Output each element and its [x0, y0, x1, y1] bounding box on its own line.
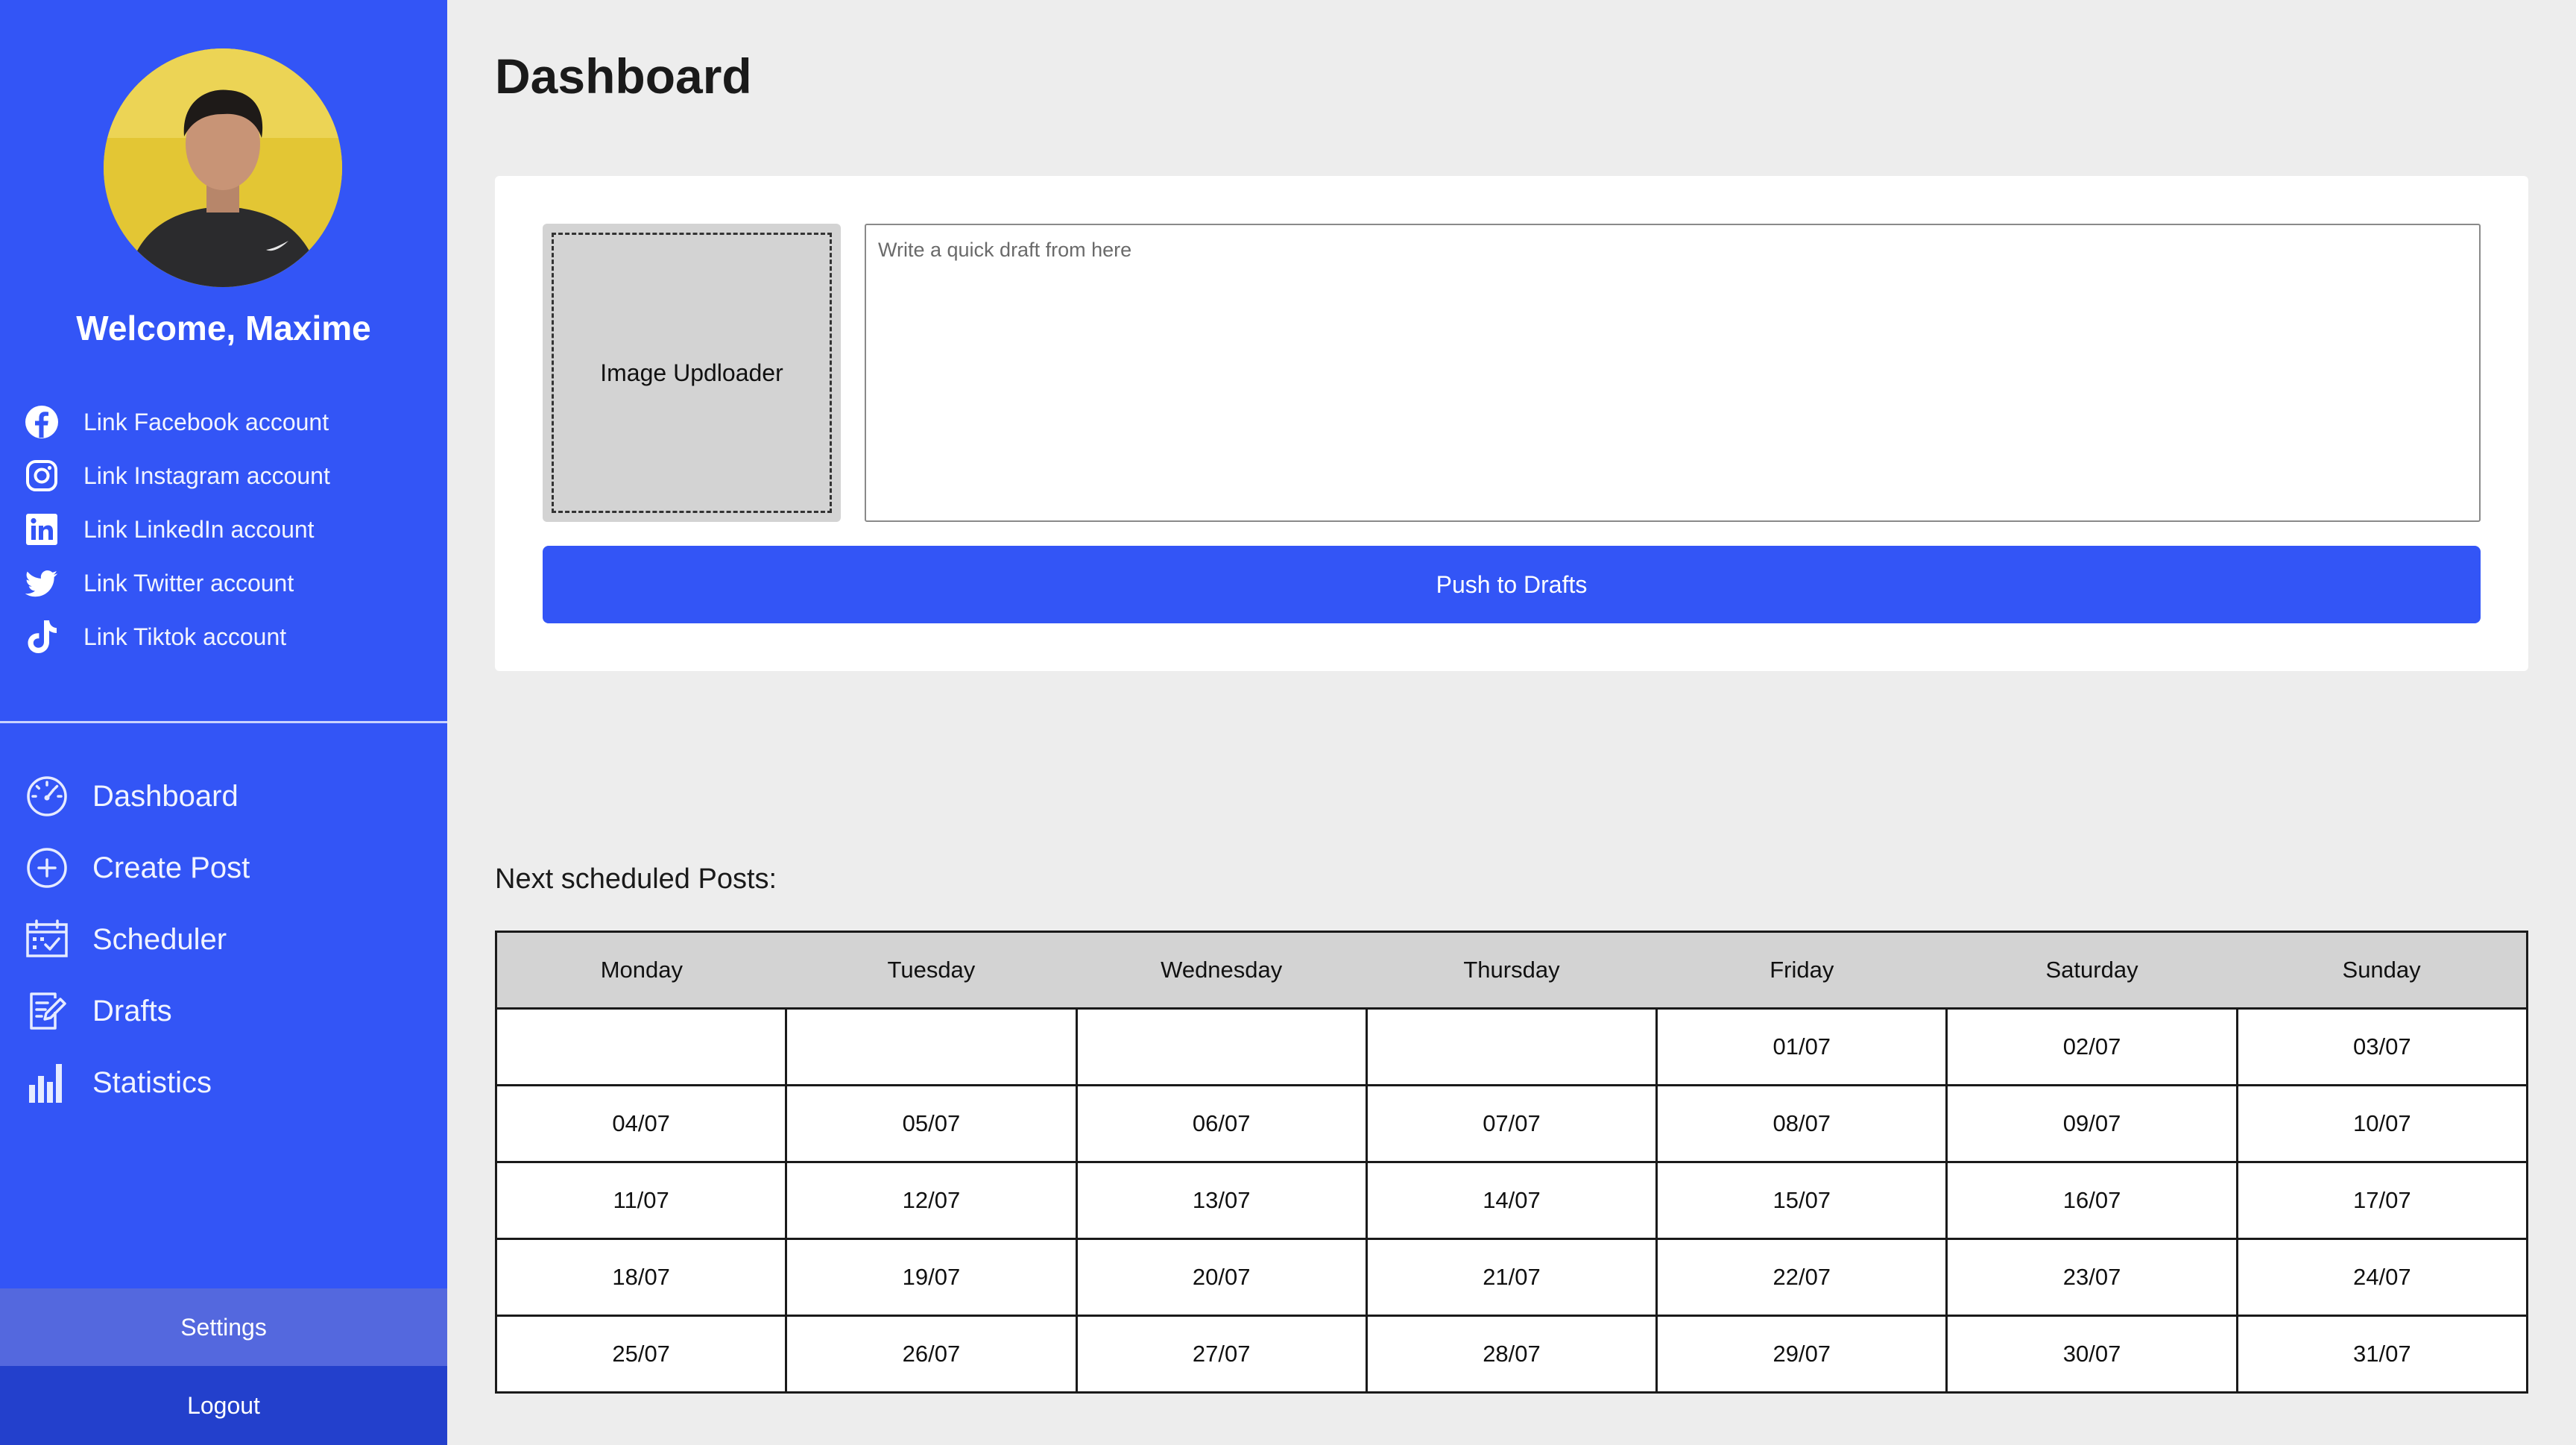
calendar-day-cell[interactable]: 31/07 — [2235, 1315, 2529, 1394]
day-header: Tuesday — [786, 931, 1077, 1010]
calendar-day-cell[interactable]: 29/07 — [1655, 1315, 1948, 1394]
nav-label-statistics: Statistics — [92, 1065, 212, 1099]
avatar[interactable] — [104, 48, 342, 287]
link-tiktok[interactable]: Link Tiktok account — [22, 610, 330, 664]
day-header: Sunday — [2237, 931, 2529, 1010]
calendar-week-row: 01/07 02/07 03/07 — [494, 1007, 2529, 1086]
calendar-day-cell[interactable] — [1075, 1007, 1368, 1086]
day-header: Friday — [1656, 931, 1947, 1010]
edit-document-icon — [24, 988, 70, 1034]
calendar-day-cell[interactable]: 22/07 — [1655, 1238, 1948, 1317]
calendar-week-row: 04/07 05/07 06/07 07/07 08/07 09/07 10/0… — [494, 1084, 2529, 1163]
calendar-day-cell[interactable]: 04/07 — [494, 1084, 788, 1163]
link-facebook-label: Link Facebook account — [83, 408, 329, 435]
quick-draft-card: Image Updloader Push to Drafts — [495, 176, 2528, 671]
social-links: Link Facebook account Link Instagram acc… — [22, 395, 330, 664]
calendar-day-cell[interactable]: 19/07 — [785, 1238, 1078, 1317]
calendar-day-cell[interactable]: 16/07 — [1945, 1161, 2238, 1240]
day-header: Monday — [494, 931, 786, 1010]
link-linkedin[interactable]: Link LinkedIn account — [22, 503, 330, 556]
nav-item-scheduler[interactable]: Scheduler — [24, 904, 250, 975]
day-header: Wednesday — [1076, 931, 1367, 1010]
calendar-day-cell[interactable]: 02/07 — [1945, 1007, 2238, 1086]
main-nav: Dashboard Create Post Scheduler Drafts S… — [24, 761, 250, 1118]
calendar-day-cell[interactable]: 24/07 — [2235, 1238, 2529, 1317]
speedometer-icon — [24, 773, 70, 819]
link-tiktok-label: Link Tiktok account — [83, 623, 287, 650]
instagram-icon — [22, 456, 61, 495]
day-header: Thursday — [1366, 931, 1657, 1010]
nav-label-create-post: Create Post — [92, 851, 250, 884]
calendar-day-cell[interactable]: 08/07 — [1655, 1084, 1948, 1163]
calendar-day-cell[interactable]: 30/07 — [1945, 1315, 2238, 1394]
scheduled-posts-label: Next scheduled Posts: — [495, 863, 777, 895]
tiktok-icon — [22, 617, 61, 656]
image-uploader-dropzone[interactable]: Image Updloader — [552, 233, 832, 513]
nav-label-drafts: Drafts — [92, 994, 172, 1027]
calendar-day-cell[interactable]: 01/07 — [1655, 1007, 1948, 1086]
calendar-icon — [24, 916, 70, 963]
calendar-week-row: 18/07 19/07 20/07 21/07 22/07 23/07 24/0… — [494, 1238, 2529, 1317]
calendar-day-cell[interactable]: 25/07 — [494, 1315, 788, 1394]
linkedin-icon — [22, 510, 61, 549]
push-to-drafts-button[interactable]: Push to Drafts — [543, 546, 2481, 623]
image-uploader-label: Image Updloader — [600, 359, 783, 386]
quick-draft-textarea[interactable] — [865, 224, 2481, 522]
link-twitter[interactable]: Link Twitter account — [22, 556, 330, 610]
sidebar-divider — [0, 721, 447, 723]
calendar-day-cell[interactable]: 13/07 — [1075, 1161, 1368, 1240]
link-instagram[interactable]: Link Instagram account — [22, 449, 330, 503]
calendar-week-row: 25/07 26/07 27/07 28/07 29/07 30/07 31/0… — [494, 1315, 2529, 1394]
image-uploader[interactable]: Image Updloader — [543, 224, 841, 522]
twitter-icon — [22, 564, 61, 602]
page-title: Dashboard — [495, 48, 752, 104]
calendar-day-cell[interactable]: 10/07 — [2235, 1084, 2529, 1163]
calendar-day-cell[interactable]: 15/07 — [1655, 1161, 1948, 1240]
calendar-day-cell[interactable]: 23/07 — [1945, 1238, 2238, 1317]
plus-circle-icon — [24, 845, 70, 891]
calendar-day-cell[interactable]: 11/07 — [494, 1161, 788, 1240]
calendar-day-cell[interactable]: 27/07 — [1075, 1315, 1368, 1394]
day-header: Saturday — [1946, 931, 2238, 1010]
sidebar: Welcome, Maxime Link Facebook account Li… — [0, 0, 447, 1445]
calendar-day-cell[interactable]: 06/07 — [1075, 1084, 1368, 1163]
calendar-day-cell[interactable]: 07/07 — [1365, 1084, 1658, 1163]
nav-item-statistics[interactable]: Statistics — [24, 1047, 250, 1118]
calendar-day-cell[interactable] — [494, 1007, 788, 1086]
nav-label-scheduler: Scheduler — [92, 922, 227, 956]
calendar-day-cell[interactable]: 09/07 — [1945, 1084, 2238, 1163]
welcome-title: Welcome, Maxime — [76, 309, 371, 347]
facebook-icon — [22, 403, 61, 441]
calendar-week-row: 11/07 12/07 13/07 14/07 15/07 16/07 17/0… — [494, 1161, 2529, 1240]
calendar-day-cell[interactable]: 14/07 — [1365, 1161, 1658, 1240]
link-facebook[interactable]: Link Facebook account — [22, 395, 330, 449]
settings-button[interactable]: Settings — [0, 1288, 447, 1366]
link-linkedin-label: Link LinkedIn account — [83, 515, 315, 543]
link-instagram-label: Link Instagram account — [83, 462, 330, 489]
calendar-day-cell[interactable]: 03/07 — [2235, 1007, 2529, 1086]
calendar-header-row: Monday Tuesday Wednesday Thursday Friday… — [494, 931, 2529, 1010]
bar-chart-icon — [24, 1060, 70, 1106]
calendar-day-cell[interactable]: 28/07 — [1365, 1315, 1658, 1394]
logout-button[interactable]: Logout — [0, 1366, 447, 1445]
nav-item-drafts[interactable]: Drafts — [24, 975, 250, 1047]
nav-label-dashboard: Dashboard — [92, 779, 239, 813]
calendar-day-cell[interactable]: 18/07 — [494, 1238, 788, 1317]
calendar-day-cell[interactable] — [1365, 1007, 1658, 1086]
schedule-calendar: Monday Tuesday Wednesday Thursday Friday… — [494, 931, 2529, 1394]
nav-item-dashboard[interactable]: Dashboard — [24, 761, 250, 832]
calendar-day-cell[interactable]: 17/07 — [2235, 1161, 2529, 1240]
calendar-day-cell[interactable]: 20/07 — [1075, 1238, 1368, 1317]
calendar-day-cell[interactable] — [785, 1007, 1078, 1086]
link-twitter-label: Link Twitter account — [83, 569, 294, 596]
nav-item-create-post[interactable]: Create Post — [24, 832, 250, 904]
calendar-day-cell[interactable]: 21/07 — [1365, 1238, 1658, 1317]
calendar-day-cell[interactable]: 05/07 — [785, 1084, 1078, 1163]
calendar-day-cell[interactable]: 12/07 — [785, 1161, 1078, 1240]
calendar-day-cell[interactable]: 26/07 — [785, 1315, 1078, 1394]
